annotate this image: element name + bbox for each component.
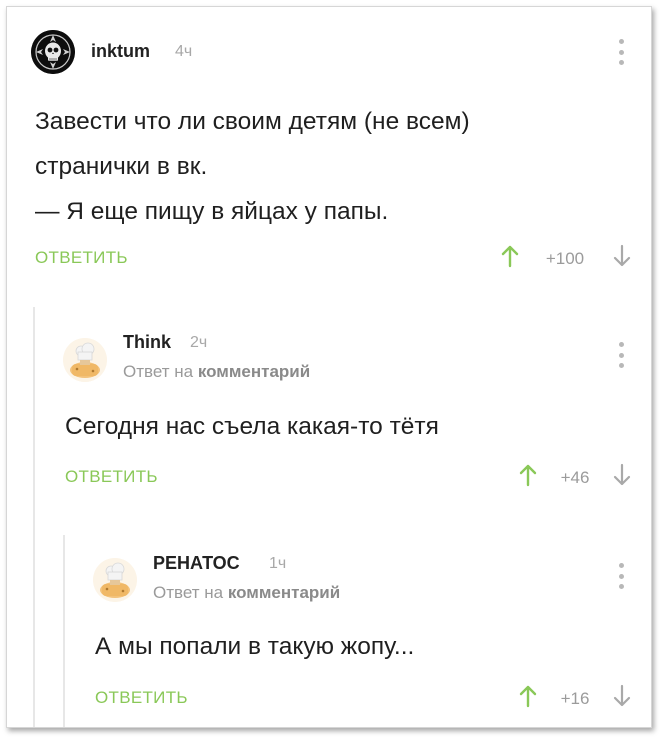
cook-avatar-icon <box>63 338 107 382</box>
cook-avatar-icon <box>93 558 137 602</box>
more-menu-icon[interactable] <box>618 563 624 589</box>
avatar[interactable] <box>31 30 75 74</box>
reply-to-label: Ответ на комментарий <box>153 583 340 603</box>
reply-to-label: Ответ на комментарий <box>123 362 310 382</box>
comment-text-line: — Я еще пищу в яйцах у папы. <box>35 198 389 225</box>
avatar[interactable] <box>93 558 137 602</box>
reply-to-link[interactable]: комментарий <box>228 583 340 602</box>
reply-to-prefix: Ответ на <box>153 583 228 602</box>
more-menu-icon[interactable] <box>618 39 624 65</box>
arrow-down-icon[interactable] <box>613 684 631 708</box>
comment-time: 4ч <box>175 43 193 60</box>
comment-text-line: Завести что ли своим детям (не всем) <box>35 108 470 135</box>
avatar[interactable] <box>63 338 107 382</box>
comment-text-line: Сегодня нас съела какая-то тётя <box>65 413 439 440</box>
vote-score: +46 <box>560 468 590 487</box>
reply-button[interactable]: ОТВЕТИТЬ <box>65 467 158 487</box>
comment-time: 1ч <box>269 555 287 572</box>
reply-button[interactable]: ОТВЕТИТЬ <box>35 248 128 268</box>
comment-author[interactable]: Think <box>123 332 171 353</box>
vote-score: +16 <box>560 689 590 708</box>
comment-text-line: странички в вк. <box>35 153 208 180</box>
comment-author[interactable]: РЕНАТОС <box>153 553 240 574</box>
thread-line-level-1[interactable] <box>33 307 35 727</box>
comments-thread: inktum 4ч Завести что ли своим детям (не… <box>6 6 652 728</box>
reply-to-prefix: Ответ на <box>123 362 198 381</box>
reply-button[interactable]: ОТВЕТИТЬ <box>95 688 188 708</box>
comment-time: 2ч <box>190 334 208 351</box>
more-menu-icon[interactable] <box>618 342 624 368</box>
arrow-down-icon[interactable] <box>613 463 631 487</box>
reply-to-link[interactable]: комментарий <box>198 362 310 381</box>
vote-score: +100 <box>545 249 585 268</box>
thread-line-level-2[interactable] <box>63 535 65 727</box>
arrow-up-icon[interactable] <box>519 463 537 487</box>
comment-text-line: А мы попали в такую жопу... <box>95 633 415 660</box>
skull-emblem-icon <box>31 30 75 74</box>
arrow-up-icon[interactable] <box>501 244 519 268</box>
arrow-up-icon[interactable] <box>519 684 537 708</box>
comment-author[interactable]: inktum <box>91 41 150 62</box>
arrow-down-icon[interactable] <box>613 244 631 268</box>
